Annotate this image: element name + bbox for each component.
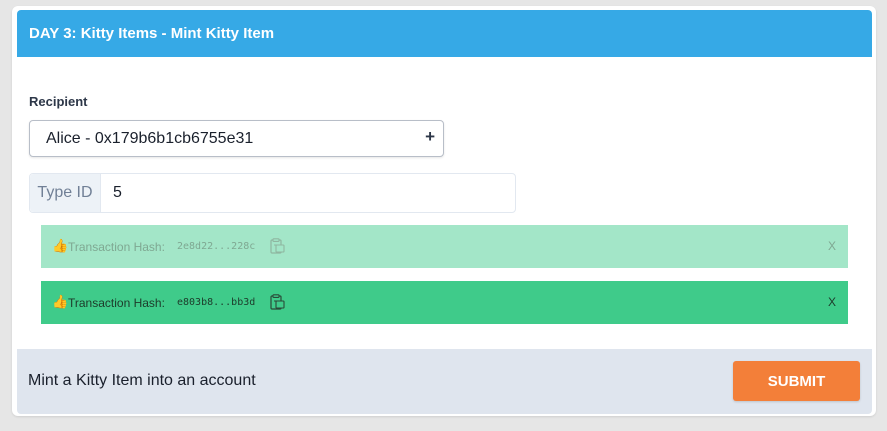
plus-icon: + bbox=[425, 127, 435, 146]
type-id-label: Type ID bbox=[30, 174, 101, 212]
recipient-selected-value: Alice - 0x179b6b1cb6755e31 bbox=[46, 130, 254, 147]
transaction-label: Transaction Hash: bbox=[68, 240, 165, 254]
footer-description: Mint a Kitty Item into an account bbox=[28, 372, 256, 389]
card-footer: Mint a Kitty Item into an account SUBMIT bbox=[17, 349, 872, 414]
close-button[interactable]: X bbox=[828, 239, 836, 253]
copy-icon[interactable] bbox=[270, 238, 285, 254]
transaction-hash: e803b8...bb3d bbox=[177, 297, 256, 308]
thumbs-up-icon: 👍 bbox=[52, 238, 69, 253]
transaction-toast: 👍 Transaction Hash: e803b8...bb3d X bbox=[41, 281, 848, 324]
mint-card: DAY 3: Kitty Items - Mint Kitty Item Rec… bbox=[12, 6, 876, 416]
thumbs-up-icon: 👍 bbox=[52, 294, 69, 309]
transaction-toast: 👍 Transaction Hash: 2e8d22...228c X bbox=[41, 225, 848, 268]
recipient-label: Recipient bbox=[29, 94, 88, 109]
close-button[interactable]: X bbox=[828, 295, 836, 309]
type-id-group: Type ID bbox=[29, 173, 518, 213]
recipient-select[interactable]: Alice - 0x179b6b1cb6755e31 + bbox=[29, 120, 444, 157]
type-id-input[interactable] bbox=[102, 174, 518, 212]
card-header: DAY 3: Kitty Items - Mint Kitty Item bbox=[17, 10, 872, 57]
transaction-hash: 2e8d22...228c bbox=[177, 241, 256, 252]
submit-button[interactable]: SUBMIT bbox=[733, 361, 860, 401]
copy-icon[interactable] bbox=[270, 294, 285, 310]
card-title: DAY 3: Kitty Items - Mint Kitty Item bbox=[29, 25, 275, 42]
transaction-label: Transaction Hash: bbox=[68, 296, 165, 310]
